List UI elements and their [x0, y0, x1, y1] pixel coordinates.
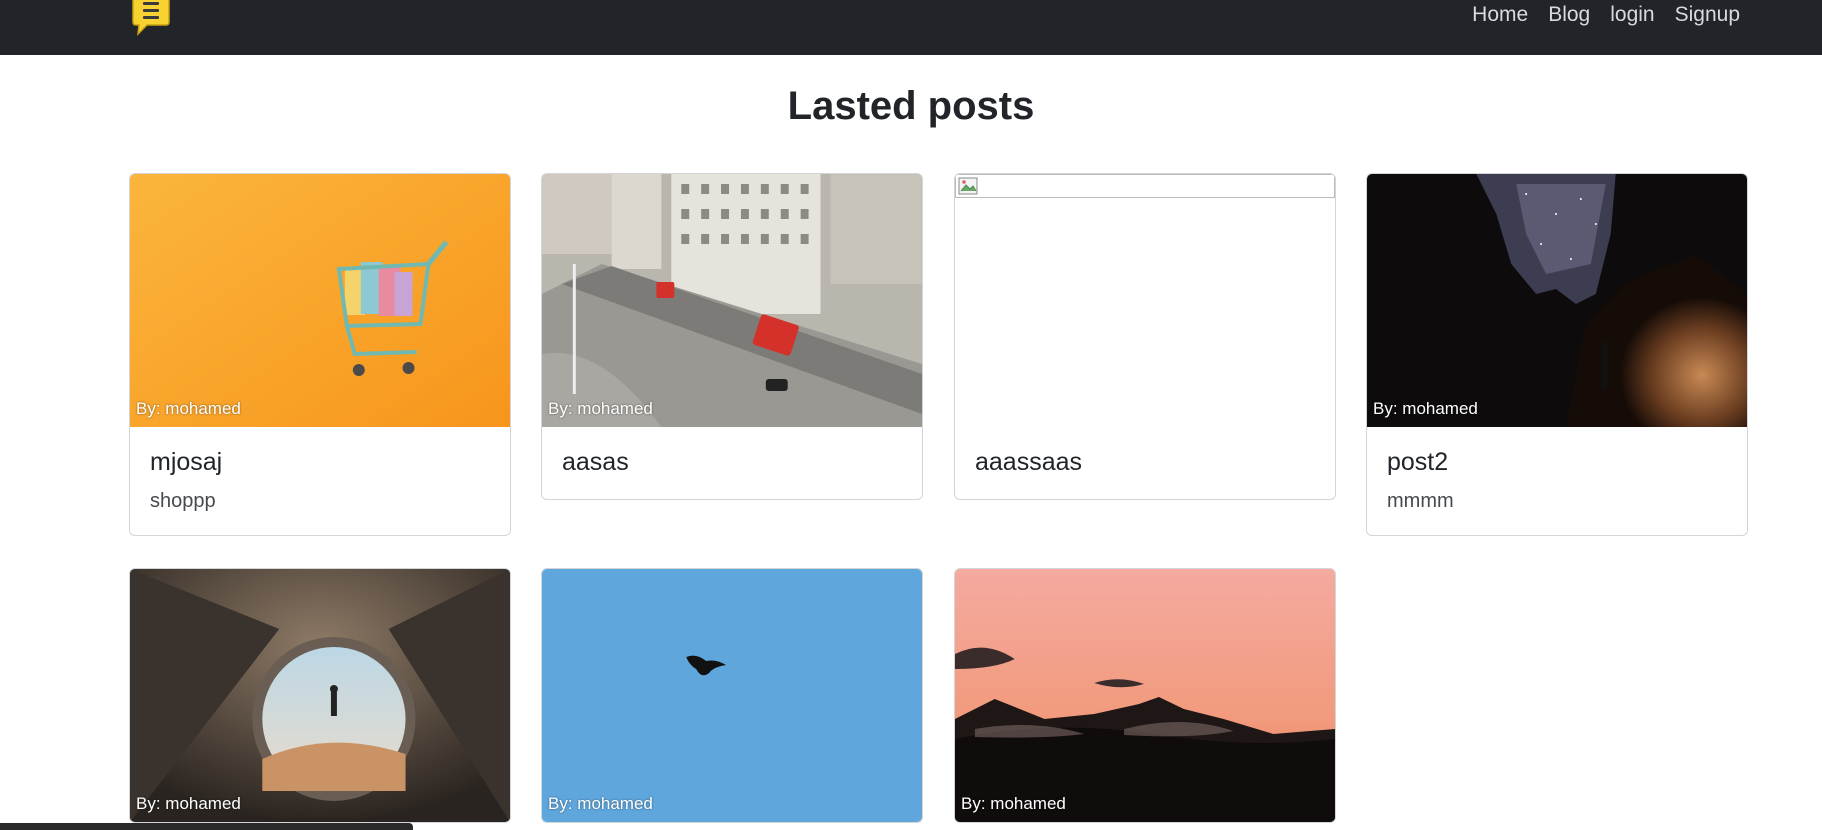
post-text: mmmm: [1387, 490, 1454, 512]
horizontal-scrollbar[interactable]: [0, 823, 413, 830]
nav-home-link[interactable]: Home: [1472, 3, 1528, 27]
post-image: By: mohamed: [955, 569, 1335, 822]
nav-login-link[interactable]: login: [1610, 3, 1654, 27]
post-title: mjosaj: [150, 448, 223, 476]
post-image: By: mohamed: [130, 174, 510, 427]
post-title: aasas: [562, 448, 629, 476]
navbar: Home Blog login Signup: [0, 0, 1822, 55]
post-title: post2: [1387, 448, 1449, 476]
nav-signup-link[interactable]: Signup: [1675, 3, 1740, 27]
post-card[interactable]: aaassaas: [954, 173, 1336, 500]
post-image: By: mohamed: [1367, 174, 1747, 427]
post-image: [955, 174, 1335, 427]
post-image: By: mohamed: [542, 174, 922, 427]
notes-chat-icon[interactable]: [131, 0, 171, 38]
broken-image: [955, 174, 1335, 198]
sunset-mountains-image: [955, 569, 1335, 822]
night-canyon-image: [1367, 174, 1747, 427]
post-author: By: mohamed: [961, 794, 1066, 813]
bird-sky-image: [542, 569, 922, 822]
page-title: Lasted posts: [787, 84, 1035, 128]
post-image: By: mohamed: [130, 569, 510, 822]
shopping-cart-image: [130, 174, 510, 427]
post-author: By: mohamed: [548, 399, 653, 418]
nav-links: Home Blog login Signup: [1472, 0, 1740, 30]
post-author: By: mohamed: [1373, 399, 1478, 418]
tent-desert-image: [130, 569, 510, 822]
post-image: By: mohamed: [542, 569, 922, 822]
post-card[interactable]: By: mohamed post2 mmmm: [1366, 173, 1748, 536]
nav-blog-link[interactable]: Blog: [1548, 3, 1590, 27]
post-card[interactable]: By: mohamed: [954, 568, 1336, 823]
post-text: shoppp: [150, 490, 216, 512]
post-author: By: mohamed: [548, 794, 653, 813]
broken-image-icon: [958, 177, 978, 195]
post-card[interactable]: By: mohamed: [541, 568, 923, 823]
post-card[interactable]: By: mohamed aasas: [541, 173, 923, 500]
post-title: aaassaas: [975, 448, 1083, 476]
city-bridge-image: [542, 174, 922, 427]
post-card[interactable]: By: mohamed: [129, 568, 511, 823]
post-author: By: mohamed: [136, 794, 241, 813]
post-author: By: mohamed: [136, 399, 241, 418]
post-card[interactable]: By: mohamed mjosaj shoppp: [129, 173, 511, 536]
